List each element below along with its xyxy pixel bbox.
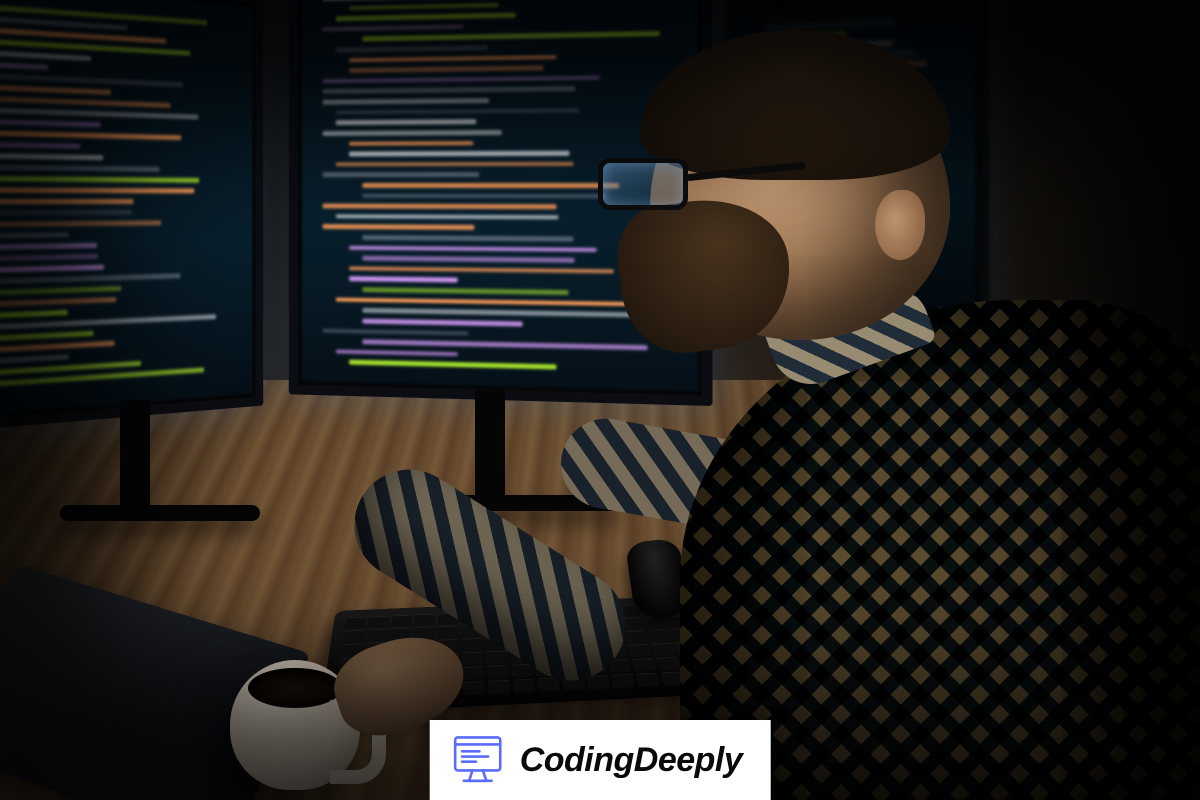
monitor-stand <box>120 400 150 510</box>
monitor-left <box>0 0 263 437</box>
monitor-base <box>400 495 620 511</box>
brand-badge: CodingDeeply <box>430 720 771 800</box>
computer-code-icon <box>450 734 506 786</box>
monitor-base <box>60 505 260 521</box>
brand-name: CodingDeeply <box>520 741 743 780</box>
monitor-right <box>289 0 713 406</box>
monitor-stand <box>475 390 505 500</box>
hero-photo: CodingDeeply <box>0 0 1200 800</box>
monitor-far <box>724 0 990 329</box>
